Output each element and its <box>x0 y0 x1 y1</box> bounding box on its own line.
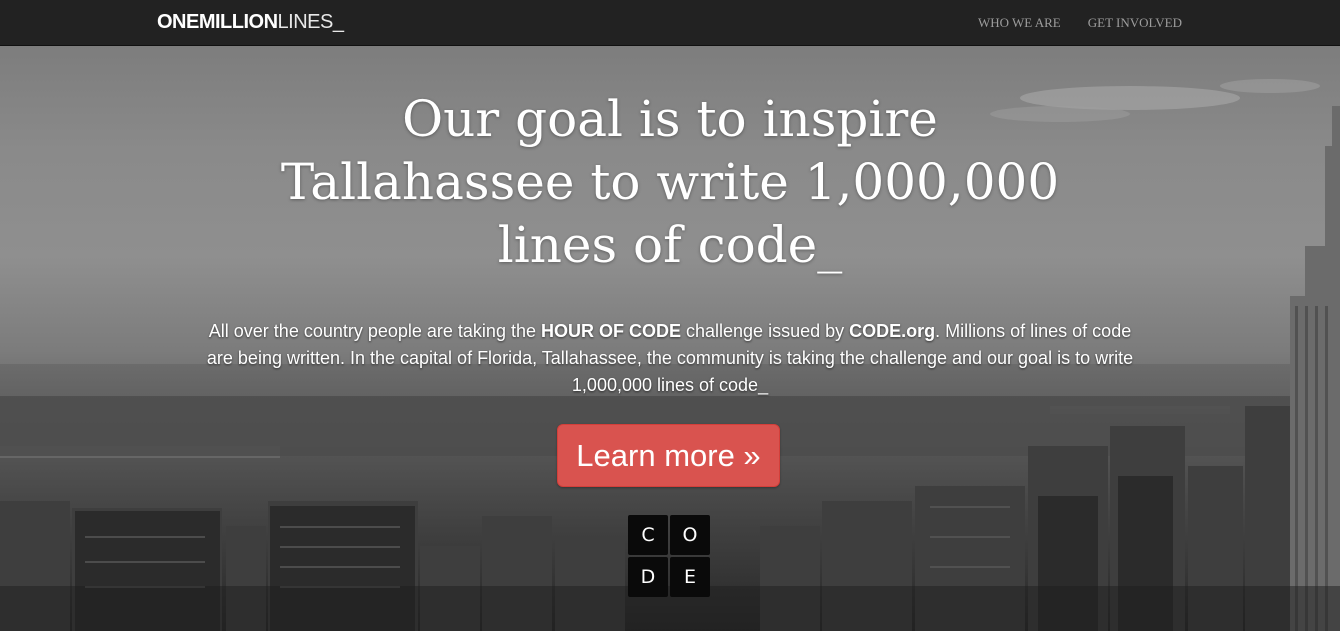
lead-text-1: All over the country people are taking t… <box>208 321 541 341</box>
brand-bold-text: ONEMILLION <box>157 11 278 33</box>
code-org-logo: C O D E <box>628 515 710 597</box>
nav-links: WHO WE ARE GET INVOLVED <box>978 15 1182 31</box>
lead-hour-of-code: HOUR OF CODE <box>540 321 681 341</box>
headline-line-1: Our goal is to inspire <box>402 90 938 148</box>
top-navbar: ONEMILLIONLINES_ WHO WE ARE GET INVOLVED <box>0 0 1340 46</box>
hero-headline: Our goal is to inspire Tallahassee to wr… <box>170 88 1170 277</box>
lead-text-2: challenge issued by <box>681 321 850 341</box>
lead-code-org: CODE.org <box>849 321 936 341</box>
headline-line-3: lines of code_ <box>497 216 843 274</box>
code-logo-letter-o: O <box>670 515 710 555</box>
code-logo-letter-d: D <box>628 557 668 597</box>
headline-line-2: Tallahassee to write 1,000,000 <box>280 153 1060 211</box>
learn-more-button[interactable]: Learn more » <box>557 424 780 487</box>
code-logo-letter-c: C <box>628 515 668 555</box>
brand-light-text: LINES_ <box>277 11 344 33</box>
hero-lead-paragraph: All over the country people are taking t… <box>195 318 1145 399</box>
brand-logo-link[interactable]: ONEMILLIONLINES_ <box>157 11 344 34</box>
nav-link-get-involved[interactable]: GET INVOLVED <box>1088 15 1182 31</box>
hero-section: Our goal is to inspire Tallahassee to wr… <box>0 46 1340 631</box>
code-logo-letter-e: E <box>670 557 710 597</box>
nav-link-who-we-are[interactable]: WHO WE ARE <box>978 15 1061 31</box>
